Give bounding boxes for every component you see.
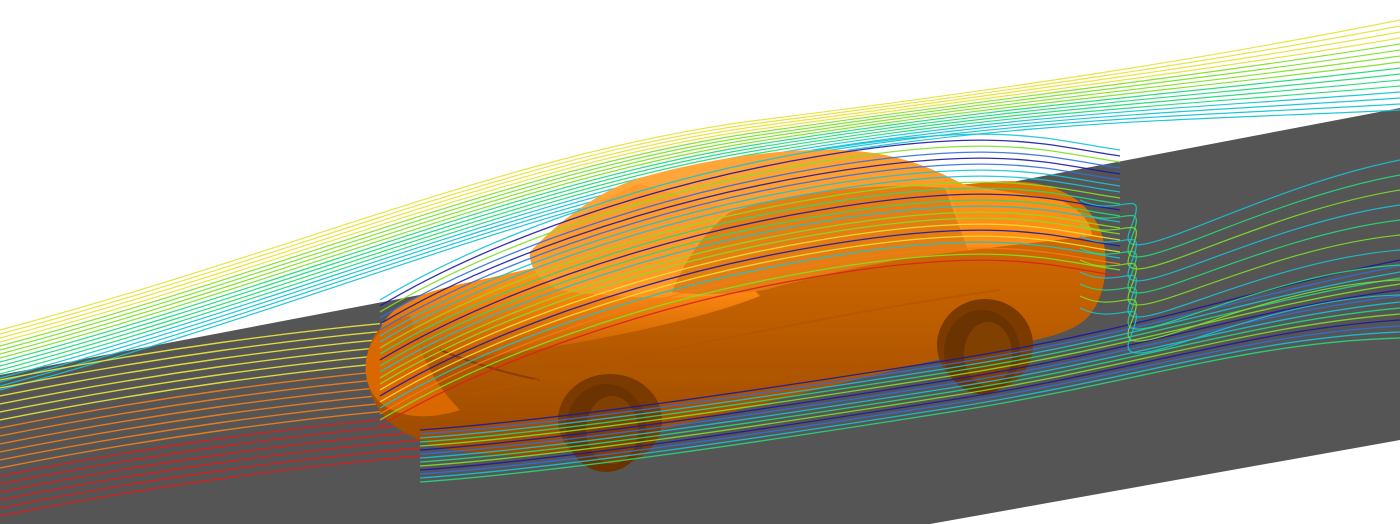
cfd-visualization [0, 19, 1400, 524]
